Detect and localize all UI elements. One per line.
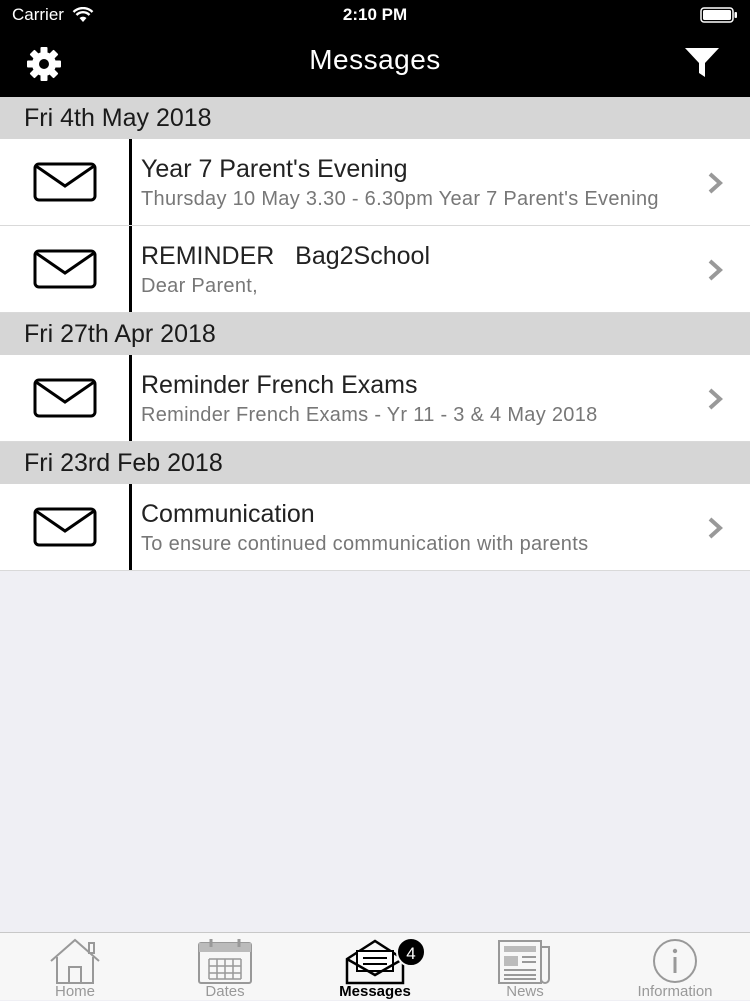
tab-label: News <box>506 983 544 1000</box>
message-title: Communication <box>141 500 315 528</box>
message-row[interactable]: REMINDER Bag2School Dear Parent, <box>0 226 750 313</box>
chevron-right-icon <box>708 172 723 194</box>
message-text: Year 7 Parent's Evening Thursday 10 May … <box>141 155 690 211</box>
message-list: Fri 4th May 2018 Year 7 Parent's Evening… <box>0 97 750 571</box>
envelope-cell <box>0 226 132 312</box>
info-icon <box>653 939 697 983</box>
tab-home[interactable]: Home <box>0 933 150 1001</box>
tab-bar: Home Dates 4 Messages News Information <box>0 932 750 1000</box>
page-title: Messages <box>309 44 441 75</box>
tab-label: Messages <box>339 983 411 1000</box>
message-preview: To ensure continued communication with p… <box>141 533 589 555</box>
tab-messages[interactable]: 4 Messages <box>300 933 450 1001</box>
envelope-cell <box>0 484 132 570</box>
message-title: REMINDER Bag2School <box>141 242 431 270</box>
home-icon <box>50 938 100 984</box>
chevron-right-icon <box>708 388 723 410</box>
message-preview: Thursday 10 May 3.30 - 6.30pm Year 7 Par… <box>141 188 659 210</box>
calendar-icon <box>198 939 252 984</box>
navigation-bar: Messages <box>0 30 750 97</box>
messages-icon <box>345 939 405 985</box>
message-row[interactable]: Reminder French Exams Reminder French Ex… <box>0 355 750 442</box>
tab-label: Dates <box>205 983 245 1000</box>
envelope-icon <box>33 162 96 202</box>
envelope-cell <box>0 139 132 225</box>
clock: 2:10 PM <box>342 5 408 24</box>
envelope-icon <box>33 507 96 547</box>
section-header-date: Fri 23rd Feb 2018 <box>0 442 750 484</box>
section-header-date: Fri 27th Apr 2018 <box>0 313 750 355</box>
tab-information[interactable]: Information <box>600 933 750 1001</box>
filter-icon[interactable] <box>684 46 720 80</box>
tab-news[interactable]: News <box>450 933 600 1001</box>
newspaper-icon <box>498 940 550 984</box>
message-text: Communication To ensure continued commun… <box>141 500 690 556</box>
section-header-date: Fri 4th May 2018 <box>0 97 750 139</box>
envelope-cell <box>0 355 132 441</box>
chevron-right-icon <box>708 259 723 281</box>
message-preview: Reminder French Exams - Yr 11 - 3 & 4 Ma… <box>141 404 598 426</box>
envelope-icon <box>33 249 96 289</box>
message-title: Year 7 Parent's Evening <box>141 155 408 183</box>
tab-label: Home <box>54 983 95 1000</box>
battery-icon <box>700 7 737 23</box>
envelope-icon <box>33 378 96 418</box>
message-row[interactable]: Communication To ensure continued commun… <box>0 484 750 571</box>
chevron-right-icon <box>708 517 723 539</box>
message-title: Reminder French Exams <box>141 371 418 399</box>
tab-dates[interactable]: Dates <box>150 933 300 1001</box>
status-bar: Carrier 2:10 PM <box>0 0 750 30</box>
unread-badge: 4 <box>396 937 426 967</box>
message-text: Reminder French Exams Reminder French Ex… <box>141 371 690 427</box>
message-row[interactable]: Year 7 Parent's Evening Thursday 10 May … <box>0 139 750 226</box>
message-preview: Dear Parent, <box>141 275 258 297</box>
message-text: REMINDER Bag2School Dear Parent, <box>141 242 690 298</box>
tab-label: Information <box>637 983 713 1000</box>
